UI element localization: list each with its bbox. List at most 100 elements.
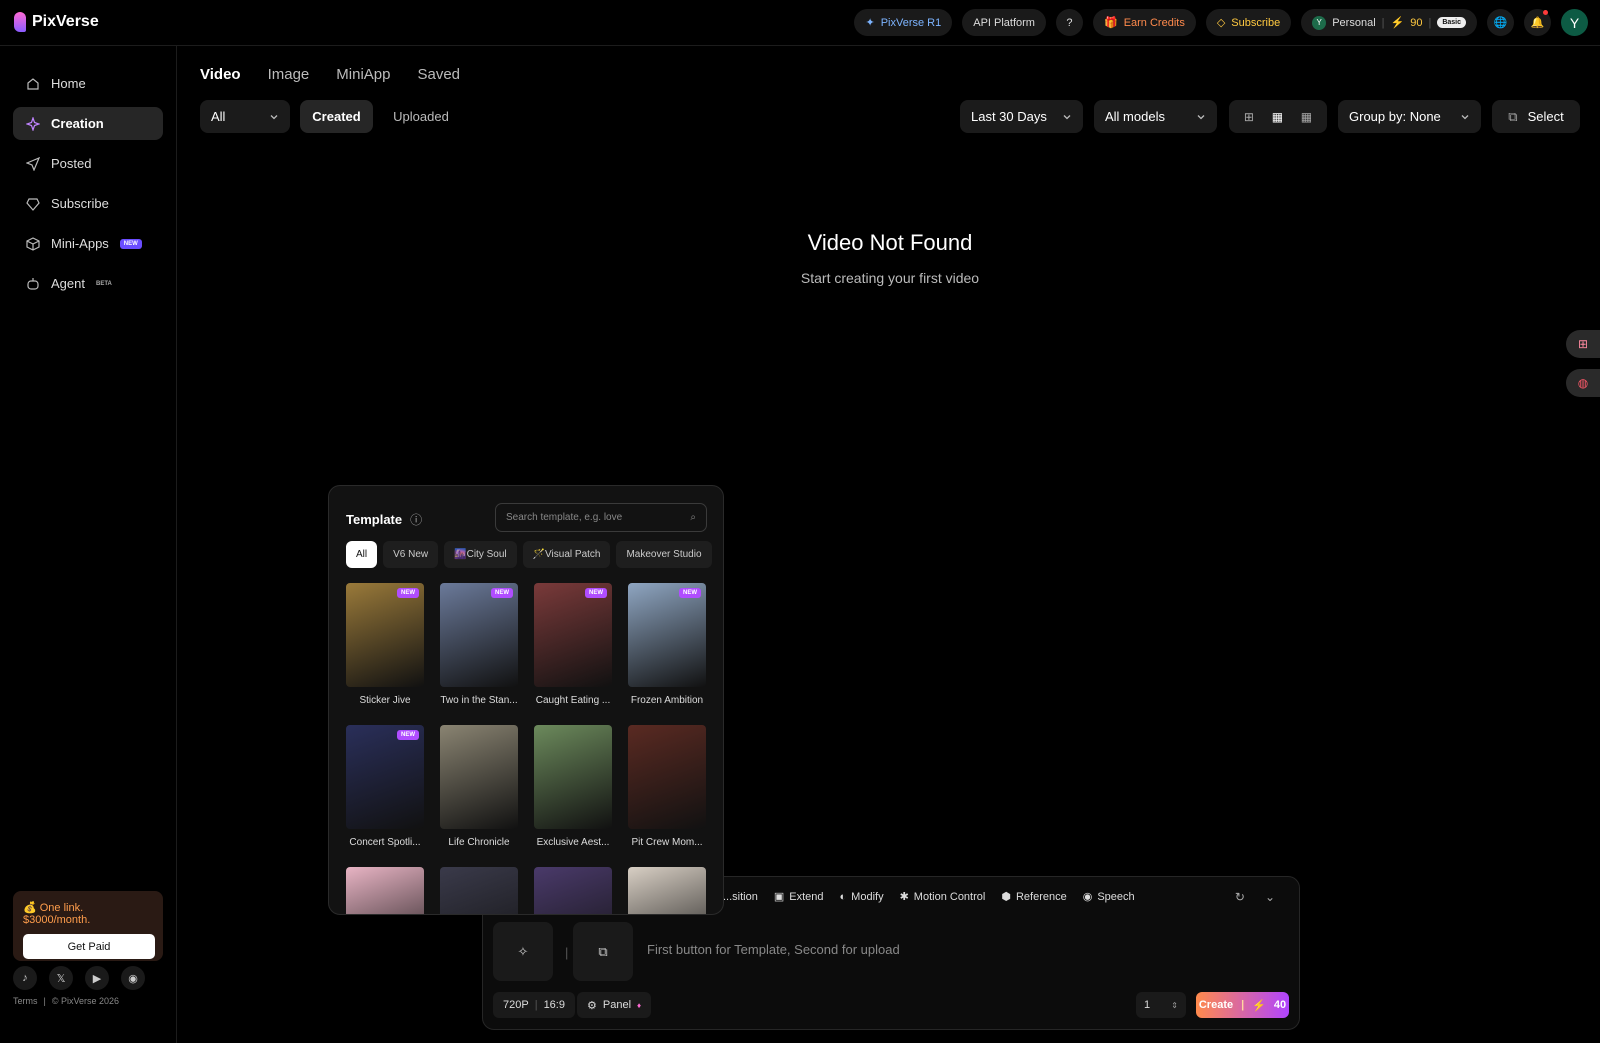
quality-ratio-chip[interactable]: 720P | 16:9 — [493, 992, 575, 1018]
template-search-input[interactable]: Search template, e.g. love ⌕ — [495, 503, 707, 532]
template-tab-visual-patch[interactable]: 🪄Visual Patch — [522, 541, 611, 568]
view-size-toggle: ⊞ ▦ ▦ — [1229, 100, 1327, 133]
template-card[interactable]: NEW Frozen Ambition — [628, 583, 706, 706]
models-dropdown[interactable]: All models — [1094, 100, 1217, 133]
sidebar-item-home[interactable]: Home — [13, 67, 163, 100]
tab-miniapp[interactable]: MiniApp — [336, 66, 390, 83]
template-card[interactable]: NEW Sticker Jive — [346, 583, 424, 706]
promo-card: 💰 One link. $3000/month. Get Paid — [13, 891, 163, 961]
get-paid-button[interactable]: Get Paid — [23, 934, 155, 959]
select-icon: ⧉ — [1508, 108, 1518, 124]
template-card[interactable] — [346, 867, 424, 914]
template-card-title: Concert Spotli... — [349, 837, 421, 848]
logo[interactable]: PixVerse — [14, 12, 99, 32]
grid-large-icon[interactable]: ⊞ — [1244, 110, 1254, 124]
template-card[interactable]: Pit Crew Mom... — [628, 725, 706, 848]
reset-icon[interactable]: ↻ — [1235, 890, 1245, 904]
template-thumbnail — [628, 725, 706, 829]
new-badge: NEW — [397, 588, 419, 598]
template-card[interactable] — [534, 867, 612, 914]
divider: | — [43, 996, 46, 1006]
bolt-icon: ⚡ — [1390, 17, 1405, 29]
beta-tag: BETA — [95, 280, 112, 287]
sidebar-item-posted[interactable]: Posted — [13, 147, 163, 180]
sidebar-item-mini-apps[interactable]: Mini-Apps NEW — [13, 227, 163, 260]
template-card[interactable]: NEW Two in the Stan... — [440, 583, 518, 706]
apps-float-button[interactable]: ⊞ — [1566, 330, 1600, 358]
template-thumbnail: NEW — [534, 583, 612, 687]
template-tab-all[interactable]: All — [346, 541, 378, 568]
select-button[interactable]: ⧉ Select — [1492, 100, 1580, 133]
robot-icon — [27, 277, 39, 290]
count-stepper[interactable]: 1 ⇕ — [1136, 992, 1186, 1018]
tab-saved[interactable]: Saved — [417, 66, 460, 83]
grid-medium-icon[interactable]: ▦ — [1272, 110, 1283, 124]
mode-speech[interactable]: ◉ Speech — [1083, 890, 1135, 904]
terms-link[interactable]: Terms — [13, 996, 38, 1006]
uploaded-filter[interactable]: Uploaded — [381, 100, 461, 133]
template-card[interactable]: Exclusive Aest... — [534, 725, 612, 848]
assistant-icon: ◍ — [1577, 376, 1589, 390]
notifications-button[interactable]: 🔔 — [1524, 9, 1551, 36]
mode-extend[interactable]: ▣ Extend — [774, 890, 824, 904]
tab-image[interactable]: Image — [268, 66, 310, 83]
sidebar-item-subscribe[interactable]: Subscribe — [13, 187, 163, 220]
mode-transition[interactable]: ...sition — [723, 890, 758, 903]
tab-video[interactable]: Video — [200, 66, 241, 83]
help-button[interactable]: ? — [1055, 9, 1083, 36]
grid-small-icon[interactable]: ▦ — [1301, 110, 1312, 124]
x-icon[interactable]: 𝕏 — [49, 966, 73, 990]
template-thumbnail: NEW — [346, 725, 424, 829]
sidebar-item-agent[interactable]: Agent BETA — [13, 267, 163, 300]
tiktok-icon[interactable]: ♪ — [13, 966, 37, 990]
api-platform-button[interactable]: API Platform — [962, 9, 1046, 36]
footer: Terms | © PixVerse 2026 — [13, 996, 119, 1006]
template-card-title: Caught Eating ... — [535, 695, 611, 706]
mode-motion-control[interactable]: ✱ Motion Control — [900, 890, 986, 904]
mode-reference[interactable]: ⬢ Reference — [1001, 890, 1066, 904]
prompt-input[interactable]: First button for Template, Second for up… — [647, 942, 900, 957]
pixverse-r1-button[interactable]: ✦ PixVerse R1 — [854, 9, 953, 36]
template-card[interactable] — [440, 867, 518, 914]
account-switcher[interactable]: Y Personal | ⚡ 90 | Basic — [1301, 9, 1477, 36]
template-tab-city-soul[interactable]: 🌆City Soul — [444, 541, 517, 568]
cost-value: 40 — [1273, 999, 1287, 1011]
template-card[interactable]: NEW Concert Spotli... — [346, 725, 424, 848]
template-card[interactable]: NEW Caught Eating ... — [534, 583, 612, 706]
create-button[interactable]: Create | ⚡ 40 — [1196, 992, 1289, 1018]
assistant-float-button[interactable]: ◍ — [1566, 369, 1600, 397]
help-icon[interactable]: ⓘ — [410, 511, 422, 528]
language-button[interactable]: 🌐 — [1487, 9, 1514, 36]
plan-badge: Basic — [1437, 17, 1466, 28]
group-by-dropdown[interactable]: Group by: None — [1338, 100, 1481, 133]
subscribe-button[interactable]: ◇ Subscribe — [1205, 9, 1292, 36]
template-card[interactable]: Life Chronicle — [440, 725, 518, 848]
filter-bar: All Created Uploaded Last 30 Days All mo… — [200, 100, 1580, 133]
bell-icon: 🔔 — [1530, 17, 1545, 29]
chevron-down-icon — [1063, 114, 1071, 119]
earn-credits-button[interactable]: 🎁 Earn Credits — [1092, 9, 1196, 36]
user-avatar[interactable]: Y — [1561, 9, 1588, 36]
collapse-icon[interactable]: ⌄ — [1265, 890, 1275, 904]
sliders-icon: ⚙ — [587, 999, 597, 1012]
mode-modify[interactable]: ◐ Modify — [840, 890, 884, 903]
template-category-tabs: All V6 New 🌆City Soul 🪄Visual Patch Make… — [346, 541, 712, 568]
divider: | — [565, 945, 569, 960]
created-filter[interactable]: Created — [300, 100, 373, 133]
template-tab-v6-new[interactable]: V6 New — [383, 541, 439, 568]
youtube-icon[interactable]: ▶ — [85, 966, 109, 990]
sidebar-item-creation[interactable]: Creation — [13, 107, 163, 140]
template-tab-makeover-studio[interactable]: Makeover Studio — [616, 541, 712, 568]
sparkle-icon: ✧ — [517, 943, 529, 959]
upload-button[interactable]: ⧉ — [573, 922, 633, 981]
panel-button[interactable]: ⚙ Panel ♦ — [577, 992, 652, 1018]
type-dropdown[interactable]: All — [200, 100, 290, 133]
stepper-arrows-icon[interactable]: ⇕ — [1171, 1001, 1178, 1010]
template-button[interactable]: ✧ — [493, 922, 553, 981]
date-range-dropdown[interactable]: Last 30 Days — [960, 100, 1083, 133]
template-card-title: Exclusive Aest... — [536, 837, 610, 848]
template-card[interactable] — [628, 867, 706, 914]
composer-controls: ↻ ⌄ — [1235, 890, 1275, 904]
template-card-title: Pit Crew Mom... — [631, 837, 703, 848]
discord-icon[interactable]: ◉ — [121, 966, 145, 990]
